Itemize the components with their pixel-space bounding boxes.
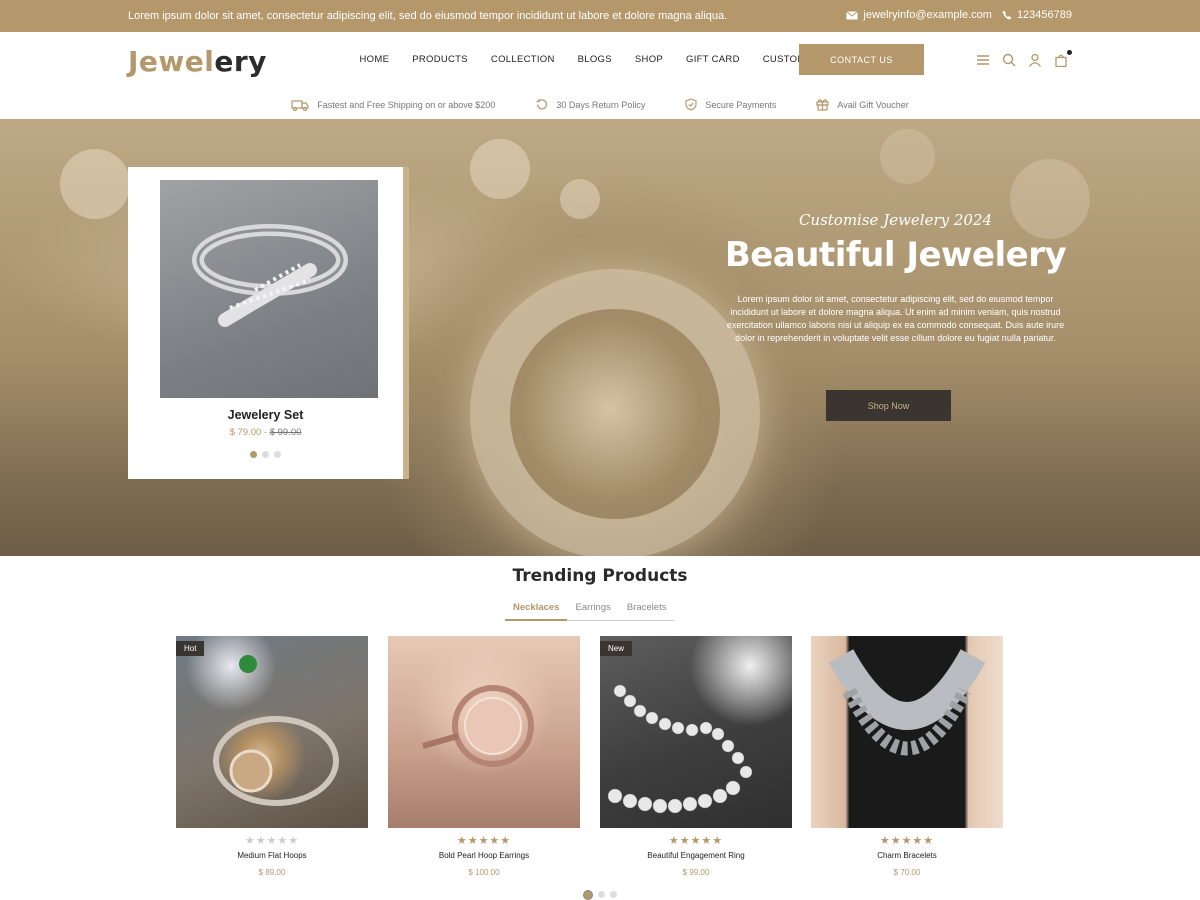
product-image[interactable]: New [600, 636, 792, 828]
product-name[interactable]: Beautiful Engagement Ring [600, 851, 792, 860]
tab-earrings[interactable]: Earrings [567, 602, 618, 620]
feature-text: 30 Days Return Policy [556, 99, 646, 110]
contact-us-button[interactable]: CONTACT US [799, 44, 924, 75]
feature-text: Fastest and Free Shipping on or above $2… [317, 99, 496, 110]
product-badge: Hot [176, 641, 205, 656]
product-card[interactable]: Hot ★★★★★ Medium Flat Hoops $ 89.00 [176, 636, 368, 877]
carousel-dot-1[interactable] [583, 890, 593, 900]
feature-text: Secure Payments [705, 99, 777, 110]
cart-icon[interactable] [1054, 50, 1072, 68]
feature-secure: Secure Payments [685, 98, 776, 111]
featured-product-title: Jewelery Set [227, 408, 304, 422]
pearl-necklace-illustration [607, 684, 753, 814]
featured-product-price: $ 79.00 - $ 99.00 [229, 427, 302, 438]
nav-blogs[interactable]: BLOGS [566, 54, 623, 65]
product-card[interactable]: ★★★★★ Bold Pearl Hoop Earrings $ 100.00 [388, 636, 580, 877]
product-card[interactable]: New ★★★★★ Beautiful Engagement Ring $ 99… [600, 636, 792, 877]
product-name[interactable]: Medium Flat Hoops [176, 851, 368, 860]
hero-subtitle: Customise Jewelery 2024 [798, 211, 993, 229]
product-name[interactable]: Charm Bracelets [811, 851, 1003, 860]
cart-count-dot [1067, 50, 1072, 55]
card-carousel-dots [128, 451, 403, 458]
carousel-dot-3[interactable] [274, 451, 281, 458]
product-price: $ 99.00 [682, 868, 710, 877]
ring-illustration [192, 224, 348, 327]
feature-gift: Avail Gift Voucher [816, 98, 909, 111]
nav-home[interactable]: HOME [348, 54, 401, 65]
carousel-dot-2[interactable] [598, 891, 605, 898]
menu-icon[interactable] [976, 53, 990, 67]
trending-title: Trending Products [512, 566, 688, 586]
product-card[interactable]: ★★★★★ Charm Bracelets $ 70.00 [811, 636, 1003, 877]
ring-illustration [213, 655, 339, 806]
trending-tabs: Necklaces Earrings Bracelets [505, 602, 675, 621]
product-image[interactable]: Hot [176, 636, 368, 828]
product-rating: ★★★★★ [456, 835, 512, 847]
tab-necklaces[interactable]: Necklaces [505, 602, 568, 621]
truck-icon [291, 99, 309, 111]
nav-shop[interactable]: SHOP [623, 54, 674, 65]
main-nav: HOME PRODUCTS COLLECTION BLOGS SHOP GIFT… [348, 54, 833, 65]
feature-bar: Fastest and Free Shipping on or above $2… [0, 90, 1200, 119]
feature-text: Avail Gift Voucher [837, 99, 909, 110]
search-icon[interactable] [1002, 53, 1016, 67]
bokeh-light [880, 129, 935, 184]
nav-products[interactable]: PRODUCTS [401, 54, 480, 65]
product-rating: ★★★★★ [668, 835, 724, 847]
gift-icon [816, 99, 830, 111]
feature-returns: 30 Days Return Policy [535, 98, 645, 111]
product-price: $ 100.00 [468, 868, 500, 877]
bokeh-light [470, 139, 530, 199]
statement-necklace-illustration [828, 649, 986, 756]
logo-part-1: Jewel [128, 45, 215, 78]
email-text: jewelryinfo@example.com [863, 9, 992, 21]
hero-banner: Jewelery Set $ 79.00 - $ 99.00 Customise… [0, 119, 1200, 556]
phone-link[interactable]: 123456789 [1002, 9, 1072, 21]
featured-product-image [160, 180, 378, 398]
header-icons [976, 50, 1072, 68]
product-badge: New [600, 641, 633, 656]
phone-text: 123456789 [1016, 9, 1072, 21]
feature-shipping: Fastest and Free Shipping on or above $2… [291, 99, 495, 111]
product-image[interactable] [811, 636, 1003, 828]
carousel-dot-3[interactable] [610, 891, 617, 898]
return-icon [536, 99, 548, 110]
product-rating: ★★★★★ [879, 835, 935, 847]
carousel-dot-2[interactable] [262, 451, 269, 458]
carousel-dot-1[interactable] [250, 451, 257, 458]
hero-text-block: Customise Jewelery 2024 Beautiful Jewele… [718, 211, 1073, 345]
top-announcement-bar: Lorem ipsum dolor sit amet, consectetur … [0, 0, 1200, 32]
hero-ring-image [470, 269, 760, 556]
product-price: $ 70.00 [893, 868, 921, 877]
product-image[interactable] [388, 636, 580, 828]
logo-part-2: ery [214, 45, 267, 78]
top-contact-info: jewelryinfo@example.com 123456789 [846, 9, 1072, 21]
old-price: $ 99.00 [269, 427, 302, 438]
hero-description: Lorem ipsum dolor sit amet, consectetur … [726, 294, 1065, 343]
product-name[interactable]: Bold Pearl Hoop Earrings [388, 851, 580, 860]
user-icon[interactable] [1028, 53, 1042, 67]
featured-product-card[interactable]: Jewelery Set $ 79.00 - $ 99.00 [128, 167, 403, 479]
nav-collection[interactable]: COLLECTION [479, 54, 566, 65]
shield-icon [685, 98, 697, 111]
main-header: Jewelery HOME PRODUCTS COLLECTION BLOGS … [0, 32, 1200, 90]
site-logo[interactable]: Jewelery [128, 45, 267, 78]
tab-bracelets[interactable]: Bracelets [619, 602, 675, 620]
announcement-text: Lorem ipsum dolor sit amet, consectetur … [128, 10, 728, 22]
hero-title: Beautiful Jewelery [724, 235, 1067, 275]
mail-icon [846, 10, 859, 19]
trending-carousel-dots [0, 890, 1200, 900]
ring-illustration [422, 685, 534, 767]
current-price: $ 79.00 [229, 427, 262, 438]
product-rating: ★★★★★ [244, 835, 300, 847]
bokeh-light [60, 149, 130, 219]
nav-gift-card[interactable]: GIFT CARD [675, 54, 752, 65]
bokeh-light [560, 179, 600, 219]
email-link[interactable]: jewelryinfo@example.com [846, 9, 992, 21]
product-price: $ 89.00 [258, 868, 286, 877]
shop-now-button[interactable]: Shop Now [826, 390, 951, 421]
phone-icon [1002, 10, 1012, 20]
